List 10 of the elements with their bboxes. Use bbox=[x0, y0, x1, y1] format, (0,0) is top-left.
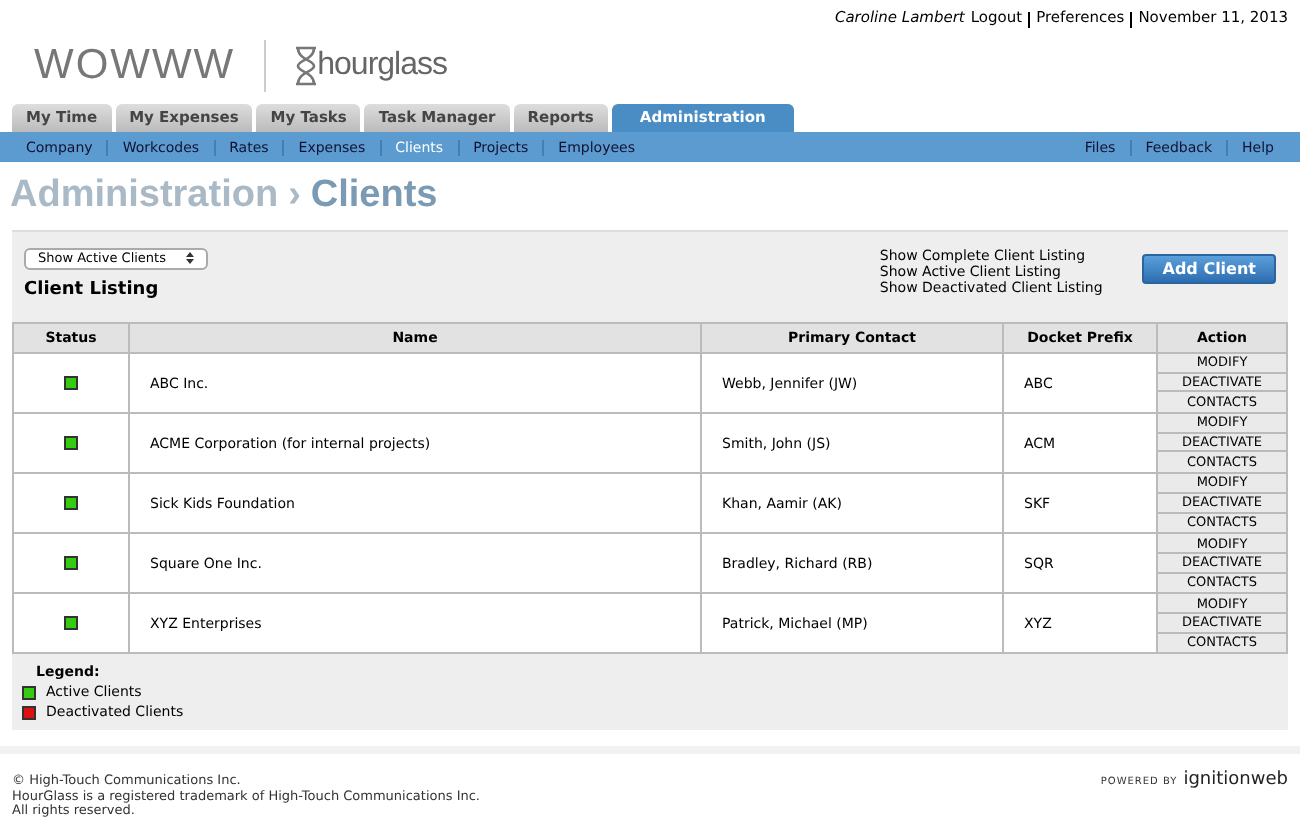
updown-arrow-icon bbox=[186, 252, 195, 265]
hourglass-icon bbox=[293, 46, 318, 86]
page-title: Clients bbox=[310, 174, 438, 220]
listing-heading: Client Listing bbox=[24, 280, 161, 300]
ignitionweb-logo: ignitionweb bbox=[1183, 774, 1288, 789]
brand-logo: WOWWW bbox=[34, 42, 236, 90]
product-logo: hourglass bbox=[317, 48, 447, 84]
add-client-button[interactable]: Add Client bbox=[1142, 254, 1276, 284]
section-title: Administration bbox=[10, 174, 279, 220]
breadcrumb-separator: › bbox=[288, 174, 301, 220]
